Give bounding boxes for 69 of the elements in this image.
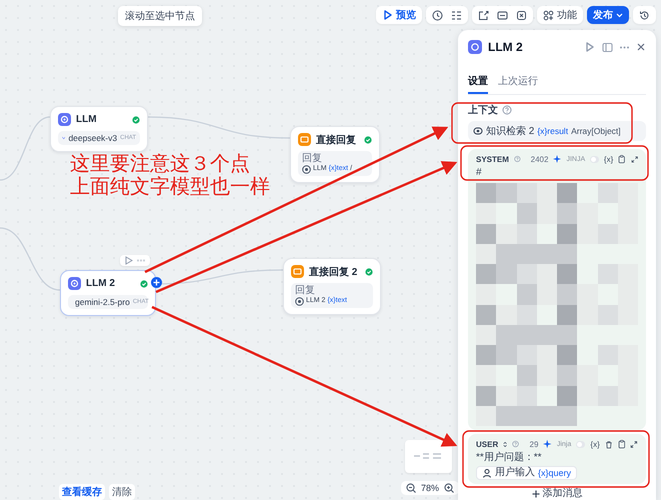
trash-icon[interactable] (604, 438, 613, 450)
panel-tab[interactable]: 上次运行 (498, 74, 538, 94)
caret-icon (616, 12, 623, 18)
features-icon (543, 10, 554, 20)
plus-icon (532, 490, 540, 498)
edge-line (0, 227, 60, 291)
insert-variable-button[interactable]: {x} (604, 154, 614, 164)
copy-icon[interactable] (618, 438, 626, 450)
play-icon[interactable] (124, 256, 133, 265)
zoom-out-icon[interactable] (406, 483, 416, 493)
history-icon (639, 10, 650, 20)
node-title: 直接回复 (316, 134, 357, 146)
play-icon (382, 9, 393, 21)
publish-button[interactable]: 发布 (587, 6, 629, 24)
add-message-button[interactable]: 添加消息 (532, 488, 582, 500)
updown-icon[interactable] (503, 440, 508, 448)
jinja-toggle[interactable] (590, 156, 599, 162)
node-icon (302, 164, 311, 174)
token-count: 2402 (530, 154, 548, 164)
reply-icon (298, 133, 311, 146)
token-count: 29 (530, 440, 538, 448)
section-label: 上下文 (468, 104, 498, 117)
play-icon[interactable] (584, 41, 596, 53)
copy-icon[interactable] (618, 153, 626, 165)
prompt-text: # (476, 167, 483, 179)
node-title: 直接回复 2 (309, 266, 358, 278)
plus-icon (153, 279, 160, 286)
annotation-text: 这里要注意这３个点 (70, 153, 250, 175)
node-icon (295, 296, 304, 306)
minimap-nodes-icon (413, 451, 443, 461)
help-icon (512, 439, 520, 449)
llm-icon (68, 277, 81, 290)
clear-button[interactable]: 清除 (109, 484, 135, 500)
sidebar-icon[interactable] (602, 42, 613, 52)
export-icon[interactable] (478, 10, 489, 20)
sparkle-icon[interactable] (543, 438, 552, 450)
add-node-handle[interactable] (151, 277, 162, 288)
features-button[interactable]: 功能 (537, 6, 583, 24)
llm-icon (468, 40, 482, 54)
checklist-icon[interactable] (451, 10, 462, 20)
edge-line (0, 116, 50, 181)
insert-variable-button[interactable]: {x} (590, 440, 600, 448)
expand-icon[interactable] (630, 154, 638, 164)
panel-tab[interactable]: 设置 (468, 74, 488, 94)
jinja-toggle[interactable] (576, 440, 586, 448)
panel-title: LLM 2 (488, 40, 524, 54)
preview-button[interactable]: 预览 (376, 6, 422, 24)
reply-icon (291, 265, 304, 278)
history-button[interactable] (633, 6, 656, 24)
help-icon (514, 154, 521, 164)
variable-chip: 用户输入 {x}query (476, 466, 578, 480)
node-title: LLM 2 (86, 278, 116, 289)
minimap[interactable] (405, 440, 452, 473)
user-icon (482, 468, 492, 478)
prompt-text: **用户问题：** (476, 452, 543, 464)
llm-icon (58, 113, 71, 126)
role-label[interactable]: SYSTEM (476, 154, 509, 164)
annotation-text: 上面纯文字模型也一样 (70, 176, 270, 198)
view-cache-button[interactable]: 查看缓存 (59, 484, 105, 500)
zoom-control[interactable]: 78% (401, 481, 460, 495)
sparkle-icon[interactable] (553, 153, 562, 165)
tooltip: 滚动至选中节点 (118, 6, 202, 26)
context-variable[interactable]: 知识检索 2 {x}result Array[Object] (468, 121, 646, 141)
close-icon[interactable] (636, 42, 646, 52)
role-label[interactable]: USER (476, 440, 498, 448)
help-icon (502, 105, 512, 115)
node-title: LLM (76, 114, 98, 125)
zoom-in-icon[interactable] (444, 483, 454, 493)
expand-icon[interactable] (630, 438, 638, 450)
